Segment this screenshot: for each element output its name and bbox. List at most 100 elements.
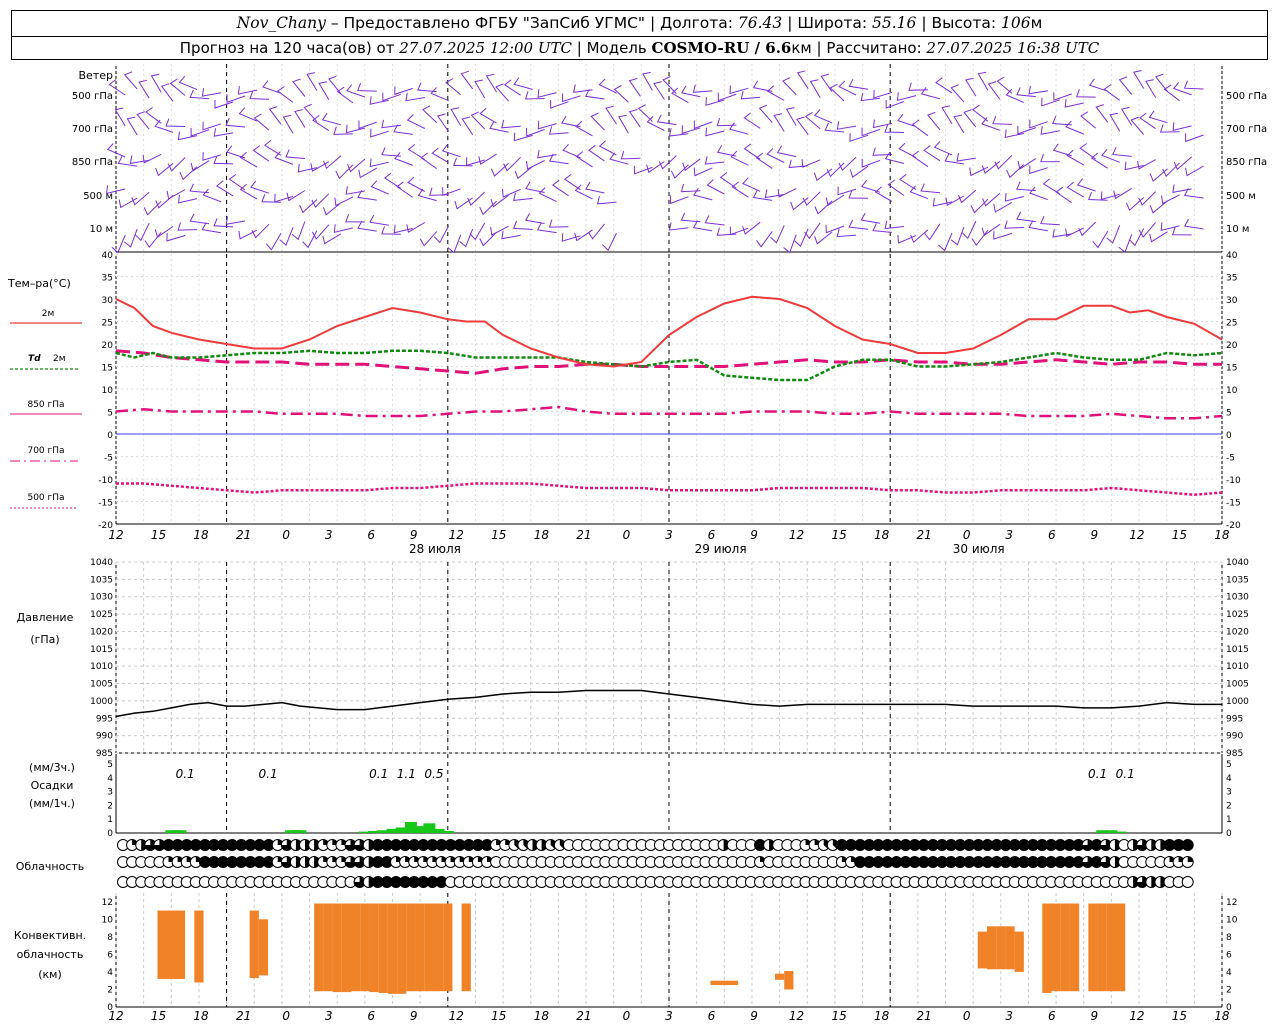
conv-xtick: 0	[963, 1009, 971, 1023]
conv-xtick: 12	[108, 1009, 123, 1023]
wind-barb	[731, 181, 749, 198]
t2m-series-line	[115, 295, 1223, 368]
wind-barb	[963, 109, 977, 128]
temp-ytick: 40	[102, 251, 114, 261]
wind-barb	[124, 228, 138, 248]
wind-barb	[1118, 76, 1133, 95]
conv-ytick: 6	[107, 950, 113, 960]
wind-barb	[461, 116, 474, 136]
wind-level-label-right: 850 гПа	[1226, 157, 1267, 168]
wind-barb	[442, 187, 461, 197]
precip-ytick: 1	[107, 815, 113, 825]
wind-level-label: 850 гПа	[72, 157, 113, 168]
precip-bar	[441, 830, 454, 833]
wind-barb	[884, 151, 905, 164]
temp-xtick: 12	[1129, 528, 1144, 542]
wind-barb	[178, 75, 198, 91]
precip-3h-total: 0.1	[176, 767, 195, 781]
conv-bar	[1097, 903, 1107, 992]
pressure-ytick-right: 985	[1226, 749, 1243, 759]
precip-ytick-right: 0	[1226, 829, 1232, 839]
wind-barb	[836, 228, 857, 238]
conv-xtick: 18	[534, 1009, 550, 1023]
wind-barb	[681, 125, 701, 135]
cloud-cover-symbol	[1181, 876, 1194, 888]
wind-barb	[777, 188, 797, 198]
pressure-ytick-right: 1015	[1226, 645, 1249, 655]
pressure-ytick-right: 1010	[1226, 662, 1249, 672]
wind-barb	[150, 73, 162, 93]
wind-barb	[358, 120, 377, 130]
wind-barb	[490, 194, 509, 208]
wind-barb	[285, 149, 305, 159]
wind-barb	[525, 213, 545, 224]
wind-barb	[680, 212, 701, 223]
wind-barb	[405, 92, 425, 102]
wind-barb	[1040, 126, 1060, 135]
wind-barb	[1029, 165, 1048, 175]
temp-xtick: 3	[1005, 528, 1013, 542]
wind-barb	[911, 150, 929, 168]
wind-barb	[166, 232, 186, 242]
wind-barb	[249, 90, 270, 100]
temp-ytick-right: -15	[1226, 499, 1241, 509]
wind-barb	[705, 97, 725, 106]
pressure-ytick: 1025	[90, 610, 113, 620]
wind-barb	[953, 114, 965, 134]
wind-barb	[502, 188, 521, 198]
conv-bar	[774, 973, 785, 980]
pressure-ytick-right: 1005	[1226, 680, 1249, 690]
temp-xtick: 18	[534, 528, 550, 542]
wind-barb	[1065, 120, 1084, 135]
wind-barb	[445, 78, 462, 96]
pressure-ytick-right: 1040	[1226, 558, 1249, 568]
conv-bar	[443, 903, 453, 992]
temp-ytick: 5	[107, 409, 113, 419]
wind-barb	[336, 86, 354, 104]
wind-barb	[910, 229, 929, 244]
wind-barb	[756, 231, 773, 248]
conv-bar	[1116, 903, 1126, 992]
wind-level-label-right: 500 гПа	[1226, 91, 1267, 102]
wind-barb	[961, 220, 977, 240]
conv-xtick: 18	[193, 1009, 209, 1023]
wind-barb	[178, 194, 198, 204]
wind-barb	[369, 214, 389, 226]
cloud-circle	[1181, 839, 1194, 851]
wind-barb	[1112, 146, 1132, 157]
wind-barb	[848, 190, 869, 199]
temp-xtick: 15	[1172, 528, 1187, 542]
wind-barb	[142, 153, 162, 164]
conv-ytick-right: 8	[1226, 933, 1232, 943]
wind-barb	[982, 192, 1001, 207]
precip-3h-total: 0.1	[259, 767, 278, 781]
wind-barb	[253, 113, 270, 131]
wind-barb	[447, 234, 462, 254]
wind-barb	[114, 107, 126, 127]
conv-xtick: 18	[1214, 1009, 1230, 1023]
wind-barb	[838, 156, 857, 172]
wind-barb	[526, 127, 545, 137]
wind-barb	[179, 166, 198, 181]
temp-ytick-right: 10	[1226, 386, 1238, 396]
conv-xtick: 15	[831, 1009, 846, 1023]
wind-barb	[537, 149, 557, 159]
wind-barb	[419, 231, 438, 247]
wind-barb	[202, 121, 222, 131]
conv-xtick: 15	[491, 1009, 506, 1023]
conv-bar	[351, 903, 361, 992]
temp-xtick: 15	[831, 528, 846, 542]
wind-barb	[430, 87, 449, 102]
wind-barb	[575, 151, 593, 168]
wind-barb	[123, 71, 138, 90]
conv-bar	[1014, 931, 1024, 972]
wind-barb	[513, 77, 533, 90]
conv-ytick: 2	[107, 985, 113, 995]
wind-barb	[927, 111, 941, 131]
wind-barb	[1004, 193, 1024, 202]
wind-barb	[474, 79, 486, 99]
conv-ytick-right: 6	[1226, 950, 1232, 960]
wind-barb	[633, 165, 653, 175]
wind-barb	[585, 181, 605, 194]
wind-barb	[776, 145, 797, 158]
